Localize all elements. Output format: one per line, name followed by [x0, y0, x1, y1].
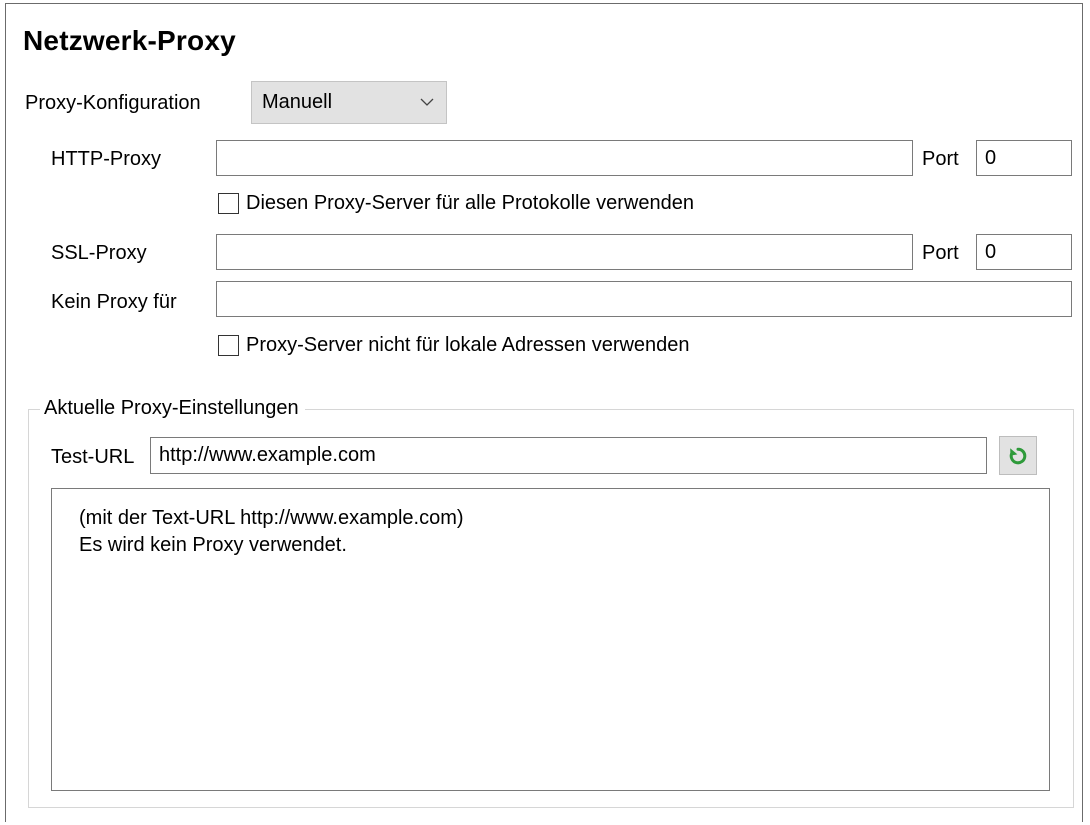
- refresh-button[interactable]: [999, 436, 1037, 475]
- no-proxy-input[interactable]: [216, 281, 1072, 317]
- http-port-input[interactable]: 0: [976, 140, 1072, 176]
- proxy-result-output[interactable]: (mit der Text-URL http://www.example.com…: [51, 488, 1050, 791]
- http-proxy-label: HTTP-Proxy: [51, 148, 161, 170]
- http-proxy-input[interactable]: [216, 140, 913, 176]
- use-for-all-label: Diesen Proxy-Server für alle Protokolle …: [246, 192, 694, 214]
- http-port-label: Port: [922, 148, 959, 170]
- use-for-all-checkbox[interactable]: [218, 193, 239, 214]
- test-url-label: Test-URL: [51, 446, 135, 468]
- page-title: Netzwerk-Proxy: [23, 25, 236, 56]
- ssl-proxy-label: SSL-Proxy: [51, 242, 147, 264]
- no-proxy-label: Kein Proxy für: [51, 291, 177, 313]
- current-settings-group-label: Aktuelle Proxy-Einstellungen: [40, 396, 305, 420]
- test-url-input[interactable]: http://www.example.com: [150, 437, 987, 474]
- chevron-down-icon: [420, 98, 434, 106]
- refresh-icon: [1009, 447, 1027, 464]
- bypass-local-label: Proxy-Server nicht für lokale Adressen v…: [246, 334, 690, 356]
- ssl-proxy-input[interactable]: [216, 234, 913, 270]
- output-line: (mit der Text-URL http://www.example.com…: [79, 507, 464, 529]
- ssl-port-input[interactable]: 0: [976, 234, 1072, 270]
- proxy-config-label: Proxy-Konfiguration: [25, 92, 201, 114]
- proxy-config-selected: Manuell: [262, 91, 333, 113]
- output-line: Es wird kein Proxy verwendet.: [79, 534, 347, 556]
- bypass-local-checkbox[interactable]: [218, 335, 239, 356]
- ssl-port-label: Port: [922, 242, 959, 264]
- proxy-config-dropdown[interactable]: Manuell: [251, 81, 447, 124]
